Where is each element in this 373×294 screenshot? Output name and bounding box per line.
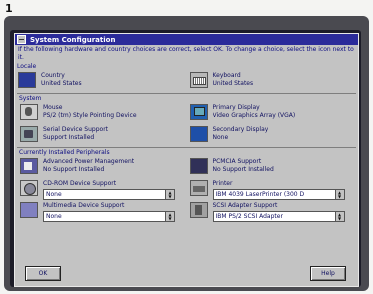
multimedia-value: None: [46, 212, 62, 220]
cdrom-value: None: [46, 190, 62, 198]
keyboard-label: Keyboard: [212, 72, 241, 79]
printer-value: IBM 4039 LaserPrinter (300 D: [215, 190, 305, 198]
ok-button[interactable]: OK: [25, 266, 61, 281]
primary-display-label: Primary Display: [212, 104, 260, 111]
locale-row: Country United States Keyboard United St…: [15, 71, 358, 93]
secondary-display-icon[interactable]: [189, 126, 208, 142]
keyboard-setting: Keyboard United States: [187, 71, 359, 93]
spin-arrows-icon[interactable]: ▲ ▼: [334, 212, 344, 221]
system-heading: System: [19, 95, 42, 102]
peripherals-group: Currently Installed Peripherals Advanced…: [17, 147, 356, 223]
system-menu-icon[interactable]: [17, 35, 26, 44]
country-value: United States: [41, 80, 82, 87]
window-title: System Configuration: [30, 35, 116, 44]
pcmcia-card-icon[interactable]: [189, 158, 208, 174]
keyboard-icon[interactable]: [189, 72, 208, 88]
primary-display-value: Video Graphics Array (VGA): [212, 112, 296, 119]
power-setting: Advanced Power Management No Support Ins…: [17, 157, 187, 179]
cdrom-select[interactable]: None ▲ ▼: [43, 189, 175, 200]
secondary-display-label: Secondary Display: [212, 126, 269, 133]
cdrom-label: CD-ROM Device Support: [43, 180, 117, 187]
pcmcia-setting: PCMCIA Support No Support Installed: [187, 157, 357, 179]
country-setting: Country United States: [15, 71, 187, 93]
globe-icon[interactable]: [18, 72, 36, 88]
secondary-display-value: None: [212, 134, 229, 141]
system-group: System Mouse PS/2 (tm) Style Pointing De…: [17, 93, 356, 147]
button-bar: OK Help: [15, 266, 358, 282]
scsi-setting: SCSI Adapter Support IBM PS/2 SCSI Adapt…: [187, 201, 357, 223]
scsi-value: IBM PS/2 SCSI Adapter: [215, 212, 283, 220]
spin-arrows-icon[interactable]: ▲ ▼: [334, 190, 344, 199]
scsi-label: SCSI Adapter Support: [212, 202, 278, 209]
mouse-setting: Mouse PS/2 (tm) Style Pointing Device: [17, 103, 187, 125]
spin-arrows-icon[interactable]: ▲ ▼: [165, 212, 174, 221]
secondary-display-setting: Secondary Display None: [187, 125, 357, 147]
multimedia-icon[interactable]: [20, 202, 38, 218]
mouse-icon[interactable]: [20, 104, 38, 120]
pcmcia-value: No Support Installed: [212, 166, 274, 173]
system-configuration-window: System Configuration If the following ha…: [14, 33, 359, 287]
primary-display-setting: Primary Display Video Graphics Array (VG…: [187, 103, 357, 125]
cdrom-icon[interactable]: [20, 180, 38, 196]
power-value: No Support Installed: [43, 166, 105, 173]
printer-label: Printer: [212, 180, 233, 187]
power-icon[interactable]: [20, 158, 38, 174]
scsi-select[interactable]: IBM PS/2 SCSI Adapter ▲ ▼: [212, 211, 345, 222]
multimedia-select[interactable]: None ▲ ▼: [43, 211, 175, 222]
power-label: Advanced Power Management: [43, 158, 135, 165]
serial-setting: Serial Device Support Support Installed: [17, 125, 187, 147]
peripherals-heading: Currently Installed Peripherals: [19, 149, 110, 156]
spin-arrows-icon[interactable]: ▲ ▼: [165, 190, 174, 199]
mouse-label: Mouse: [43, 104, 63, 111]
locale-heading: Locale: [17, 63, 37, 70]
scsi-adapter-icon[interactable]: [189, 202, 208, 218]
multimedia-label: Multimedia Device Support: [43, 202, 125, 209]
monitor-screen: System Configuration If the following ha…: [10, 30, 361, 287]
printer-select[interactable]: IBM 4039 LaserPrinter (300 D ▲ ▼: [212, 189, 345, 200]
country-label: Country: [41, 72, 65, 79]
cdrom-setting: CD-ROM Device Support None ▲ ▼: [17, 179, 187, 201]
help-button[interactable]: Help: [310, 266, 346, 281]
serial-label: Serial Device Support: [43, 126, 109, 133]
pcmcia-label: PCMCIA Support: [212, 158, 262, 165]
title-bar[interactable]: System Configuration: [15, 34, 358, 45]
serial-value: Support Installed: [43, 134, 95, 141]
serial-port-icon[interactable]: [20, 126, 38, 142]
mouse-value: PS/2 (tm) Style Pointing Device: [43, 112, 137, 119]
printer-icon[interactable]: [189, 180, 208, 196]
multimedia-setting: Multimedia Device Support None ▲ ▼: [17, 201, 187, 223]
keyboard-value: United States: [212, 80, 254, 87]
display-icon[interactable]: [189, 104, 208, 120]
printer-setting: Printer IBM 4039 LaserPrinter (300 D ▲ ▼: [187, 179, 357, 201]
page-number: 1: [5, 2, 13, 15]
instructions-text: If the following hardware and country ch…: [18, 46, 354, 61]
